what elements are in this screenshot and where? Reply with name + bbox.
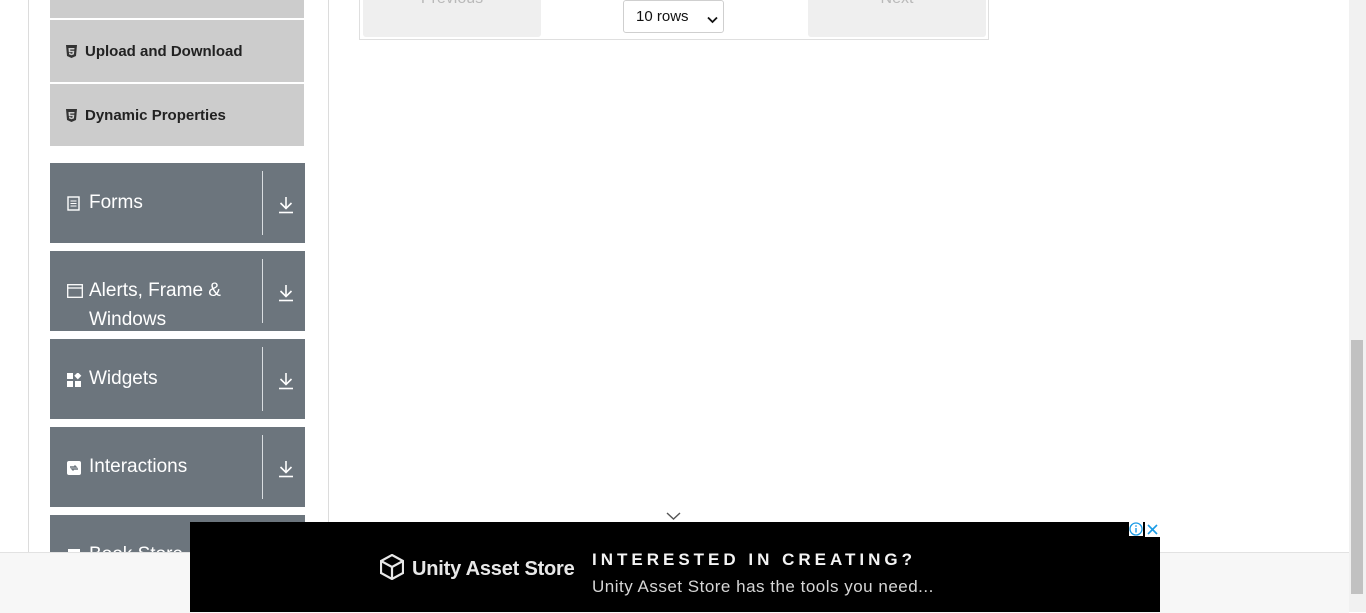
ad-brand-name: Unity Asset Store	[412, 558, 575, 580]
download-arrow-icon[interactable]	[278, 284, 294, 302]
sidebar-group-alerts-frame-windows[interactable]: Alerts, Frame & Windows	[50, 251, 305, 331]
download-arrow-icon[interactable]	[278, 196, 294, 214]
interactions-icon	[67, 461, 83, 477]
ad-headline: INTERESTED IN CREATING?	[592, 550, 917, 569]
group-divider	[262, 259, 263, 323]
sidebar-item-label: Dynamic Properties	[85, 106, 226, 124]
group-label: Forms	[89, 192, 143, 213]
group-divider	[262, 347, 263, 411]
rows-select-value: 10 rows	[636, 8, 689, 25]
ad-close-icon[interactable]	[1145, 522, 1160, 537]
ad-brand-logo: Unity Asset Store	[379, 553, 575, 585]
group-label: Widgets	[89, 368, 158, 389]
window-icon	[67, 284, 83, 300]
ad-subline: Unity Asset Store has the tools you need…	[592, 577, 934, 596]
download-arrow-icon[interactable]	[278, 460, 294, 478]
sidebar-item-label: Upload and Download	[85, 42, 243, 60]
sidebar-group-widgets[interactable]: Widgets	[50, 339, 305, 419]
download-arrow-icon[interactable]	[278, 372, 294, 390]
ad-info-icon[interactable]	[1129, 522, 1143, 536]
group-label: Book Store	[89, 540, 183, 552]
left-border	[28, 0, 29, 552]
form-icon	[67, 196, 83, 212]
sidebar-group-forms[interactable]: Forms	[50, 163, 305, 243]
sidebar-divider	[328, 0, 329, 552]
next-button[interactable]: Next	[808, 0, 986, 37]
widgets-icon	[67, 372, 83, 389]
html5-icon	[66, 44, 77, 58]
sidebar-subitem-partial[interactable]	[50, 0, 304, 18]
unity-cube-icon	[379, 553, 405, 585]
group-divider	[262, 171, 263, 235]
chevron-down-icon	[707, 11, 718, 28]
group-label-line1: Alerts, Frame &	[89, 280, 221, 301]
html5-icon	[66, 108, 77, 122]
sidebar-item-dynamic-properties[interactable]: Dynamic Properties	[50, 84, 304, 146]
previous-button[interactable]: Previous	[363, 0, 541, 37]
rows-per-page-select[interactable]: 10 rows	[623, 0, 724, 33]
scrollbar-thumb[interactable]	[1351, 340, 1363, 594]
sidebar-group-interactions[interactable]: Interactions	[50, 427, 305, 507]
sidebar-item-upload-download[interactable]: Upload and Download	[50, 20, 304, 82]
group-label-line2: Windows	[89, 309, 167, 330]
group-label: Interactions	[89, 456, 188, 477]
advertisement-banner[interactable]: Unity Asset Store INTERESTED IN CREATING…	[190, 522, 1160, 612]
group-divider	[262, 435, 263, 499]
